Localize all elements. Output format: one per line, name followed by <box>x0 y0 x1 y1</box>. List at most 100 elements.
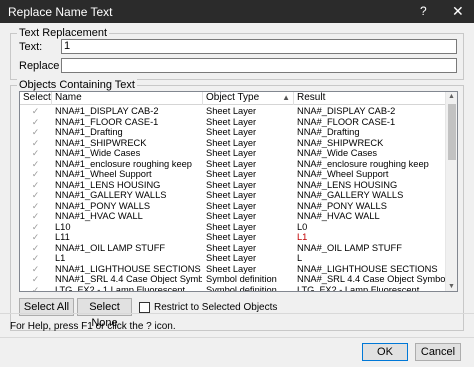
row-result: NNA#_GALLERY WALLS <box>297 190 404 200</box>
select-checkmark-icon[interactable]: ✓ <box>20 285 51 292</box>
text-replacement-group: Text Replacement Text: 1 Replace With: <box>10 27 464 80</box>
select-checkmark-icon[interactable]: ✓ <box>20 148 51 159</box>
row-result: NNA#_LIGHTHOUSE SECTIONS <box>297 263 438 274</box>
row-object-type: Sheet Layer <box>206 253 257 263</box>
close-icon[interactable]: ✕ <box>452 3 464 20</box>
table-body: ✓ NNA#1_DISPLAY CAB-2 Sheet Layer NNA#_DISP… <box>20 106 446 292</box>
column-header-select[interactable]: Select <box>20 92 52 105</box>
row-name: NNA#1_Wide Cases <box>55 148 141 158</box>
row-result: NNA#_SHIPWRECK <box>297 137 384 148</box>
select-checkmark-icon[interactable]: ✓ <box>20 180 51 191</box>
replace-with-input[interactable] <box>61 58 457 73</box>
row-name: NNA#1_LENS HOUSING <box>55 179 161 190</box>
table-row[interactable]: ✓ NNA#1_LIGHTHOUSE SECTIONS Sheet Layer NNA… <box>20 264 446 275</box>
scroll-up-icon[interactable]: ▲ <box>448 93 455 100</box>
column-header-result[interactable]: Result <box>294 92 446 105</box>
row-object-type: Sheet Layer <box>206 169 257 179</box>
column-header-object-type-label: Object Type <box>206 92 260 103</box>
row-name: NNA#1_DISPLAY CAB-2 <box>55 106 159 116</box>
objects-table: Select Name Object Type ▲ Result ✓ NNA#1_… <box>19 91 458 292</box>
row-name: NNA#1_SRL 4.4 Case Object Symbol <box>55 274 202 284</box>
dialog-body: Text Replacement Text: 1 Replace With: O… <box>0 23 474 367</box>
select-checkmark-icon[interactable]: ✓ <box>20 190 51 201</box>
row-result: NNA#_Wide Cases <box>297 148 378 158</box>
row-result: LTG_FX2 - Lamp Fluorescent <box>297 284 420 292</box>
table-row[interactable]: ✓ NNA#1_SHIPWRECK Sheet Layer NNA#_SHIPWREC… <box>20 138 446 149</box>
select-checkmark-icon[interactable]: ✓ <box>20 264 51 275</box>
scroll-down-icon[interactable]: ▼ <box>448 283 455 290</box>
scrollbar-thumb[interactable] <box>448 104 456 160</box>
row-object-type: Sheet Layer <box>206 242 257 253</box>
restrict-checkbox[interactable] <box>139 302 150 313</box>
row-result: NNA#_PONY WALLS <box>297 200 387 211</box>
row-name: NNA#1_Drafting <box>55 127 123 137</box>
table-row[interactable]: ✓ NNA#1_SRL 4.4 Case Object Symbol Symbol … <box>20 274 446 285</box>
sort-arrow-icon: ▲ <box>282 93 290 102</box>
table-row[interactable]: ✓ NNA#1_GALLERY WALLS Sheet Layer NNA#_GALL… <box>20 190 446 201</box>
row-object-type: Sheet Layer <box>206 158 257 169</box>
column-header-object-type[interactable]: Object Type ▲ <box>203 92 294 105</box>
row-object-type: Sheet Layer <box>206 148 257 158</box>
row-name: NNA#1_LIGHTHOUSE SECTIONS <box>55 263 201 274</box>
select-checkmark-icon[interactable]: ✓ <box>20 106 51 117</box>
select-checkmark-icon[interactable]: ✓ <box>20 117 51 128</box>
divider-bottom <box>0 337 474 338</box>
table-row[interactable]: ✓ NNA#1_Drafting Sheet Layer NNA#_Drafting <box>20 127 446 138</box>
row-object-type: Sheet Layer <box>206 116 257 127</box>
table-row[interactable]: ✓ NNA#1_DISPLAY CAB-2 Sheet Layer NNA#_DISP… <box>20 106 446 117</box>
row-name: L1 <box>55 253 66 263</box>
select-checkmark-icon[interactable]: ✓ <box>20 159 51 170</box>
objects-legend: Objects Containing Text <box>17 79 137 91</box>
select-checkmark-icon[interactable]: ✓ <box>20 138 51 149</box>
help-hint-text: For Help, press F1 or click the ? icon. <box>10 321 176 332</box>
title-bar: Replace Name Text ? ✕ <box>0 0 474 23</box>
row-object-type: Symbol definition <box>206 274 277 284</box>
row-name: NNA#1_Wheel Support <box>55 169 152 179</box>
select-checkmark-icon[interactable]: ✓ <box>20 253 51 264</box>
table-row[interactable]: ✓ NNA#1_HVAC WALL Sheet Layer NNA#_HVAC WAL… <box>20 211 446 222</box>
restrict-label: Restrict to Selected Objects <box>154 302 278 313</box>
column-header-name[interactable]: Name <box>52 92 203 105</box>
row-result: NNA#_FLOOR CASE-1 <box>297 116 396 127</box>
table-row[interactable]: ✓ L1 Sheet Layer L <box>20 253 446 264</box>
row-object-type: Symbol definition <box>206 284 277 292</box>
row-name: NNA#1_OIL LAMP STUFF <box>55 242 166 253</box>
table-row[interactable]: ✓ L10 Sheet Layer L0 <box>20 222 446 233</box>
row-result: NNA#_Drafting <box>297 127 360 137</box>
table-row[interactable]: ✓ NNA#1_Wide Cases Sheet Layer NNA#_Wide Ca… <box>20 148 446 159</box>
row-result: L0 <box>297 221 308 232</box>
row-name: LTG_FX2 - 1 Lamp Fluorescent <box>55 284 186 292</box>
table-row[interactable]: ✓ L11 Sheet Layer L1 <box>20 232 446 243</box>
cancel-button[interactable]: Cancel <box>415 343 461 361</box>
row-result: NNA#_SRL 4.4 Case Object Symbol <box>297 274 446 284</box>
row-object-type: Sheet Layer <box>206 232 257 242</box>
row-name: NNA#1_HVAC WALL <box>55 211 143 221</box>
row-result: NNA#_DISPLAY CAB-2 <box>297 106 396 116</box>
divider-top <box>0 313 474 314</box>
window-title: Replace Name Text <box>8 5 113 19</box>
text-label: Text: <box>19 41 43 53</box>
select-checkmark-icon[interactable]: ✓ <box>20 211 51 222</box>
table-row[interactable]: ✓ NNA#1_LENS HOUSING Sheet Layer NNA#_LENS … <box>20 180 446 191</box>
help-icon[interactable]: ? <box>420 4 427 18</box>
select-checkmark-icon[interactable]: ✓ <box>20 232 51 243</box>
table-scrollbar[interactable]: ▲ ▼ <box>445 92 457 291</box>
select-checkmark-icon[interactable]: ✓ <box>20 222 51 233</box>
table-row[interactable]: ✓ LTG_FX2 - 1 Lamp Fluorescent Symbol defi… <box>20 284 446 292</box>
select-checkmark-icon[interactable]: ✓ <box>20 169 51 180</box>
table-row[interactable]: ✓ NNA#1_enclosure roughing keep Sheet Laye… <box>20 159 446 170</box>
row-result: NNA#_HVAC WALL <box>297 211 380 221</box>
ok-button[interactable]: OK <box>362 343 408 361</box>
text-input[interactable]: 1 <box>61 39 457 54</box>
row-object-type: Sheet Layer <box>206 200 257 211</box>
select-checkmark-icon[interactable]: ✓ <box>20 243 51 254</box>
table-row[interactable]: ✓ NNA#1_Wheel Support Sheet Layer NNA#_Whee… <box>20 169 446 180</box>
select-checkmark-icon[interactable]: ✓ <box>20 274 51 285</box>
select-checkmark-icon[interactable]: ✓ <box>20 127 51 138</box>
select-checkmark-icon[interactable]: ✓ <box>20 201 51 212</box>
row-object-type: Sheet Layer <box>206 211 257 221</box>
row-result: NNA#_Wheel Support <box>297 169 389 179</box>
table-row[interactable]: ✓ NNA#1_PONY WALLS Sheet Layer NNA#_PONY WA… <box>20 201 446 212</box>
table-row[interactable]: ✓ NNA#1_FLOOR CASE-1 Sheet Layer NNA#_FLOOR… <box>20 117 446 128</box>
table-row[interactable]: ✓ NNA#1_OIL LAMP STUFF Sheet Layer NNA#_OIL… <box>20 243 446 254</box>
